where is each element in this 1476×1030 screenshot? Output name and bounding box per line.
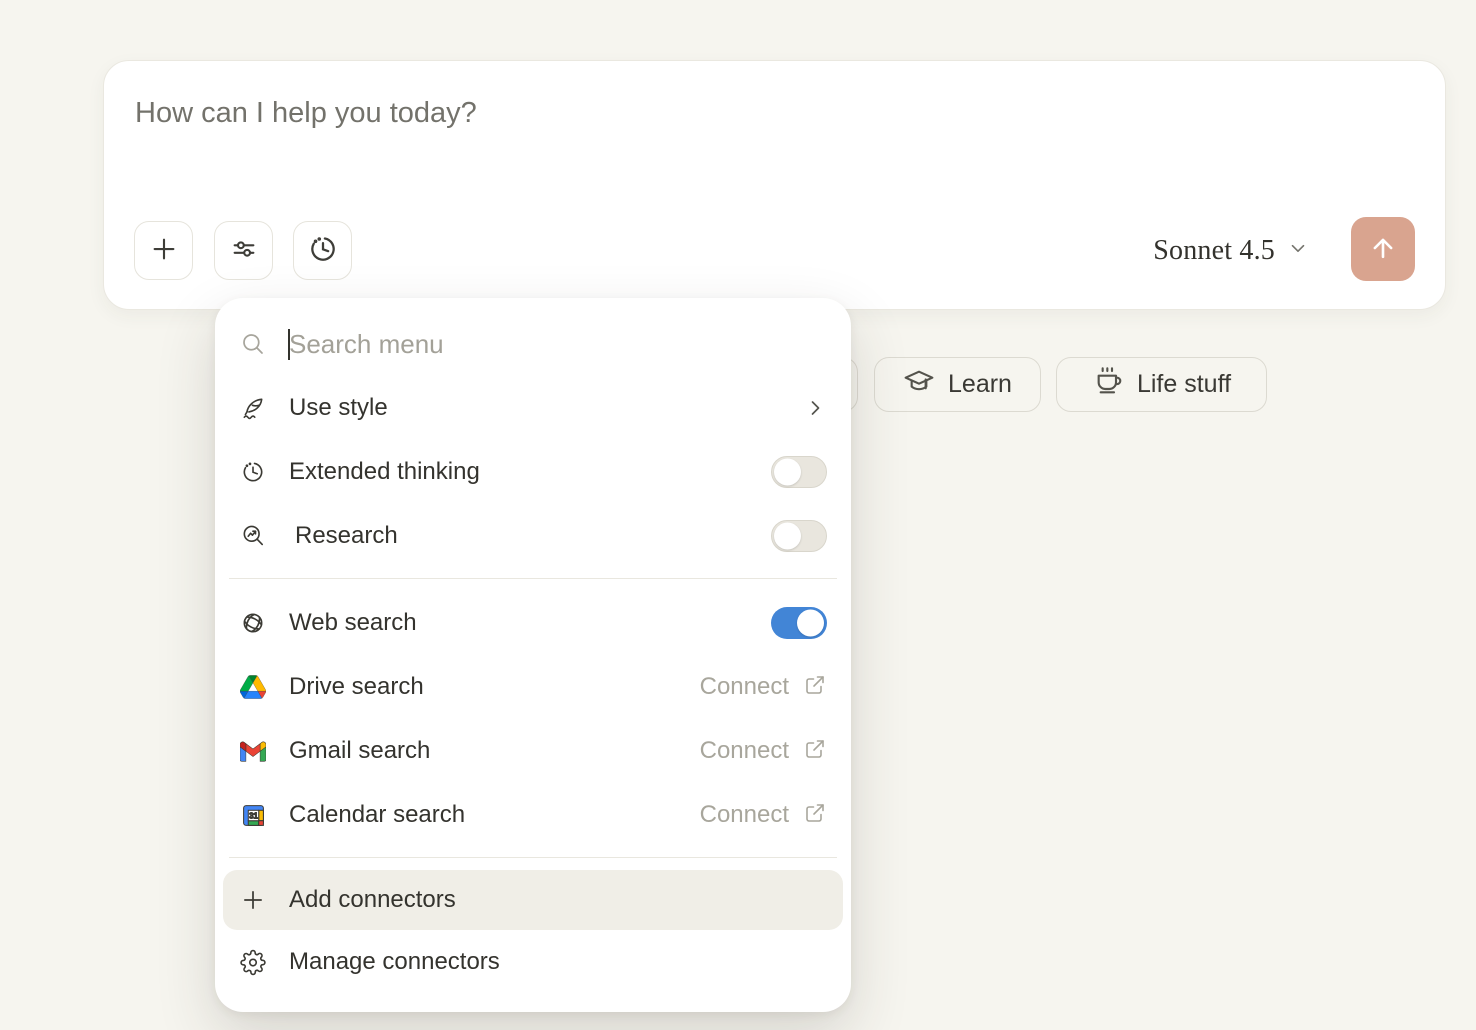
gmail-icon <box>240 738 266 764</box>
extended-thinking-button[interactable] <box>293 221 352 280</box>
globe-icon <box>240 610 266 636</box>
menu-item-drive-search[interactable]: Drive search Connect <box>215 655 851 719</box>
chat-input[interactable] <box>135 97 1035 207</box>
menu-item-label: Calendar search <box>289 801 465 829</box>
history-clock-icon <box>307 233 339 268</box>
sliders-icon <box>229 234 259 267</box>
model-selector[interactable]: Sonnet 4.5 <box>1153 221 1309 280</box>
tools-dropdown-menu: Use style Extended thinking <box>215 298 851 1012</box>
chip-label: Learn <box>948 370 1012 399</box>
research-toggle[interactable] <box>771 520 827 552</box>
menu-item-label: Web search <box>289 609 417 637</box>
menu-divider <box>229 578 837 579</box>
google-calendar-icon: 31 <box>240 802 266 828</box>
google-drive-icon <box>240 674 266 700</box>
external-link-icon <box>803 737 827 766</box>
chevron-down-icon <box>1287 237 1309 264</box>
menu-item-label: Research <box>295 522 398 550</box>
menu-item-label: Gmail search <box>289 737 430 765</box>
menu-item-label: Extended thinking <box>289 458 480 486</box>
toggle-knob <box>774 523 801 550</box>
chip-label: Life stuff <box>1137 370 1231 399</box>
suggestion-chip-life-stuff[interactable]: Life stuff <box>1056 357 1267 412</box>
menu-item-use-style[interactable]: Use style <box>215 376 851 440</box>
menu-item-label: Add connectors <box>289 886 456 914</box>
svg-text:31: 31 <box>249 811 258 820</box>
menu-item-research[interactable]: Research <box>215 504 851 568</box>
coffee-cup-icon <box>1092 365 1124 404</box>
tools-button[interactable] <box>214 221 273 280</box>
plus-icon <box>149 234 179 267</box>
menu-item-web-search[interactable]: Web search <box>215 591 851 655</box>
menu-item-label: Use style <box>289 394 388 422</box>
chevron-right-icon <box>803 396 827 420</box>
gear-icon <box>240 949 266 975</box>
menu-item-extended-thinking[interactable]: Extended thinking <box>215 440 851 504</box>
toggle-knob <box>774 459 801 486</box>
model-selector-label: Sonnet 4.5 <box>1153 235 1275 267</box>
menu-item-manage-connectors[interactable]: Manage connectors <box>215 930 851 994</box>
drive-connect-action[interactable]: Connect <box>700 673 827 702</box>
attach-button[interactable] <box>134 221 193 280</box>
menu-divider <box>229 857 837 858</box>
chat-composer: Sonnet 4.5 <box>103 60 1446 310</box>
web-search-toggle[interactable] <box>771 607 827 639</box>
gmail-connect-action[interactable]: Connect <box>700 737 827 766</box>
external-link-icon <box>803 673 827 702</box>
menu-search <box>215 312 851 376</box>
menu-item-calendar-search[interactable]: 31 Calendar search Connect <box>215 783 851 847</box>
calendar-connect-action[interactable]: Connect <box>700 801 827 830</box>
menu-item-label: Manage connectors <box>289 948 500 976</box>
app-background: Sonnet 4.5 Learn <box>0 0 1476 1030</box>
extended-thinking-toggle[interactable] <box>771 456 827 488</box>
toggle-knob <box>797 610 824 637</box>
quill-icon <box>240 395 266 421</box>
research-magnifier-icon <box>240 523 266 549</box>
plus-icon <box>240 887 266 913</box>
text-caret <box>288 329 290 360</box>
menu-item-add-connectors[interactable]: Add connectors <box>223 870 843 930</box>
external-link-icon <box>803 801 827 830</box>
search-icon <box>240 331 266 357</box>
suggestion-chip-learn[interactable]: Learn <box>874 357 1041 412</box>
menu-search-input[interactable] <box>289 329 827 360</box>
menu-item-gmail-search[interactable]: Gmail search Connect <box>215 719 851 783</box>
send-button[interactable] <box>1351 217 1415 281</box>
timer-icon <box>240 459 266 485</box>
graduation-cap-icon <box>903 365 935 404</box>
arrow-up-icon <box>1368 233 1398 266</box>
menu-item-label: Drive search <box>289 673 424 701</box>
